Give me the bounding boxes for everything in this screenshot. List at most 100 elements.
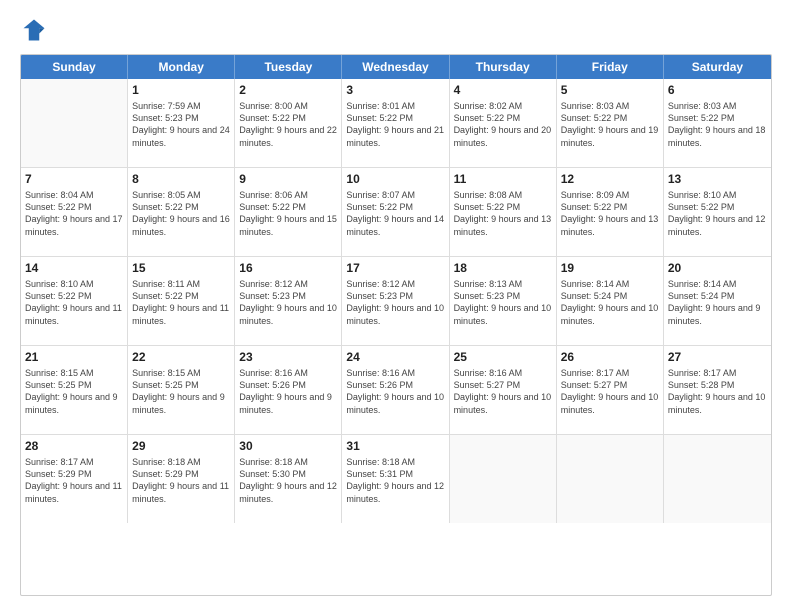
day-number: 14: [25, 260, 123, 276]
day-number: 30: [239, 438, 337, 454]
cell-info: Sunrise: 8:13 AMSunset: 5:23 PMDaylight:…: [454, 278, 552, 327]
header-day-thursday: Thursday: [450, 55, 557, 79]
logo-icon: [20, 16, 48, 44]
table-row: 23Sunrise: 8:16 AMSunset: 5:26 PMDayligh…: [235, 346, 342, 434]
table-row: 3 Sunrise: 8:01 AMSunset: 5:22 PMDaylight…: [342, 79, 449, 167]
day-number: 26: [561, 349, 659, 365]
header-day-sunday: Sunday: [21, 55, 128, 79]
cell-info: Sunrise: 8:18 AMSunset: 5:31 PMDaylight:…: [346, 456, 444, 505]
cell-info: Sunrise: 8:17 AMSunset: 5:28 PMDaylight:…: [668, 367, 767, 416]
cell-info: Sunrise: 8:17 AMSunset: 5:27 PMDaylight:…: [561, 367, 659, 416]
cell-info: Sunrise: 8:18 AMSunset: 5:30 PMDaylight:…: [239, 456, 337, 505]
table-row: 18 Sunrise: 8:13 AMSunset: 5:23 PMDayligh…: [450, 257, 557, 345]
day-number: 20: [668, 260, 767, 276]
table-row: [664, 435, 771, 523]
table-row: 16Sunrise: 8:12 AMSunset: 5:23 PMDayligh…: [235, 257, 342, 345]
header-day-tuesday: Tuesday: [235, 55, 342, 79]
table-row: 19Sunrise: 8:14 AMSunset: 5:24 PMDayligh…: [557, 257, 664, 345]
calendar-week-4: 21 Sunrise: 8:15 AMSunset: 5:25 PMDayligh…: [21, 346, 771, 435]
day-number: 25: [454, 349, 552, 365]
table-row: 13Sunrise: 8:10 AMSunset: 5:22 PMDayligh…: [664, 168, 771, 256]
table-row: 5Sunrise: 8:03 AMSunset: 5:22 PMDaylight…: [557, 79, 664, 167]
table-row: 25 Sunrise: 8:16 AMSunset: 5:27 PMDayligh…: [450, 346, 557, 434]
day-number: 1: [132, 82, 230, 98]
day-number: 23: [239, 349, 337, 365]
cell-info: Sunrise: 8:12 AMSunset: 5:23 PMDaylight:…: [346, 278, 444, 327]
table-row: 8Sunrise: 8:05 AMSunset: 5:22 PMDaylight…: [128, 168, 235, 256]
cell-info: Sunrise: 8:18 AMSunset: 5:29 PMDaylight:…: [132, 456, 230, 505]
calendar-week-5: 28 Sunrise: 8:17 AMSunset: 5:29 PMDayligh…: [21, 435, 771, 523]
cell-info: Sunrise: 8:01 AMSunset: 5:22 PMDaylight:…: [346, 100, 444, 149]
page: SundayMondayTuesdayWednesdayThursdayFrid…: [0, 0, 792, 612]
cell-info: Sunrise: 7:59 AMSunset: 5:23 PMDaylight:…: [132, 100, 230, 149]
table-row: [557, 435, 664, 523]
cell-info: Sunrise: 8:12 AMSunset: 5:23 PMDaylight:…: [239, 278, 337, 327]
page-header: [20, 16, 772, 44]
day-number: 3: [346, 82, 444, 98]
cell-info: Sunrise: 8:16 AMSunset: 5:26 PMDaylight:…: [346, 367, 444, 416]
day-number: 7: [25, 171, 123, 187]
cell-info: Sunrise: 8:06 AMSunset: 5:22 PMDaylight:…: [239, 189, 337, 238]
cell-info: Sunrise: 8:00 AMSunset: 5:22 PMDaylight:…: [239, 100, 337, 149]
cell-info: Sunrise: 8:11 AMSunset: 5:22 PMDaylight:…: [132, 278, 230, 327]
cell-info: Sunrise: 8:16 AMSunset: 5:27 PMDaylight:…: [454, 367, 552, 416]
day-number: 5: [561, 82, 659, 98]
day-number: 27: [668, 349, 767, 365]
day-number: 9: [239, 171, 337, 187]
table-row: 9 Sunrise: 8:06 AMSunset: 5:22 PMDaylight…: [235, 168, 342, 256]
table-row: 20Sunrise: 8:14 AMSunset: 5:24 PMDayligh…: [664, 257, 771, 345]
calendar-header: SundayMondayTuesdayWednesdayThursdayFrid…: [21, 55, 771, 79]
table-row: 29 Sunrise: 8:18 AMSunset: 5:29 PMDayligh…: [128, 435, 235, 523]
day-number: 18: [454, 260, 552, 276]
cell-info: Sunrise: 8:15 AMSunset: 5:25 PMDaylight:…: [25, 367, 123, 416]
table-row: 22 Sunrise: 8:15 AMSunset: 5:25 PMDayligh…: [128, 346, 235, 434]
table-row: [21, 79, 128, 167]
day-number: 29: [132, 438, 230, 454]
calendar-week-3: 14 Sunrise: 8:10 AMSunset: 5:22 PMDayligh…: [21, 257, 771, 346]
table-row: 27 Sunrise: 8:17 AMSunset: 5:28 PMDayligh…: [664, 346, 771, 434]
table-row: 7 Sunrise: 8:04 AMSunset: 5:22 PMDaylight…: [21, 168, 128, 256]
cell-info: Sunrise: 8:03 AMSunset: 5:22 PMDaylight:…: [668, 100, 767, 149]
day-number: 28: [25, 438, 123, 454]
day-number: 17: [346, 260, 444, 276]
day-number: 19: [561, 260, 659, 276]
table-row: 1 Sunrise: 7:59 AMSunset: 5:23 PMDaylight…: [128, 79, 235, 167]
table-row: 6 Sunrise: 8:03 AMSunset: 5:22 PMDaylight…: [664, 79, 771, 167]
table-row: 12 Sunrise: 8:09 AMSunset: 5:22 PMDayligh…: [557, 168, 664, 256]
logo: [20, 16, 52, 44]
day-number: 6: [668, 82, 767, 98]
day-number: 4: [454, 82, 552, 98]
table-row: 31Sunrise: 8:18 AMSunset: 5:31 PMDayligh…: [342, 435, 449, 523]
table-row: 14 Sunrise: 8:10 AMSunset: 5:22 PMDayligh…: [21, 257, 128, 345]
header-day-wednesday: Wednesday: [342, 55, 449, 79]
cell-info: Sunrise: 8:09 AMSunset: 5:22 PMDaylight:…: [561, 189, 659, 238]
day-number: 2: [239, 82, 337, 98]
cell-info: Sunrise: 8:02 AMSunset: 5:22 PMDaylight:…: [454, 100, 552, 149]
table-row: 4 Sunrise: 8:02 AMSunset: 5:22 PMDaylight…: [450, 79, 557, 167]
calendar-week-1: 1 Sunrise: 7:59 AMSunset: 5:23 PMDaylight…: [21, 79, 771, 168]
cell-info: Sunrise: 8:08 AMSunset: 5:22 PMDaylight:…: [454, 189, 552, 238]
table-row: 26 Sunrise: 8:17 AMSunset: 5:27 PMDayligh…: [557, 346, 664, 434]
header-day-monday: Monday: [128, 55, 235, 79]
day-number: 24: [346, 349, 444, 365]
table-row: 17 Sunrise: 8:12 AMSunset: 5:23 PMDayligh…: [342, 257, 449, 345]
day-number: 13: [668, 171, 767, 187]
day-number: 22: [132, 349, 230, 365]
table-row: 21 Sunrise: 8:15 AMSunset: 5:25 PMDayligh…: [21, 346, 128, 434]
header-day-friday: Friday: [557, 55, 664, 79]
calendar: SundayMondayTuesdayWednesdayThursdayFrid…: [20, 54, 772, 596]
day-number: 21: [25, 349, 123, 365]
cell-info: Sunrise: 8:04 AMSunset: 5:22 PMDaylight:…: [25, 189, 123, 238]
calendar-body: 1 Sunrise: 7:59 AMSunset: 5:23 PMDaylight…: [21, 79, 771, 523]
cell-info: Sunrise: 8:10 AMSunset: 5:22 PMDaylight:…: [25, 278, 123, 327]
day-number: 11: [454, 171, 552, 187]
table-row: 24 Sunrise: 8:16 AMSunset: 5:26 PMDayligh…: [342, 346, 449, 434]
table-row: [450, 435, 557, 523]
cell-info: Sunrise: 8:05 AMSunset: 5:22 PMDaylight:…: [132, 189, 230, 238]
table-row: 30 Sunrise: 8:18 AMSunset: 5:30 PMDayligh…: [235, 435, 342, 523]
cell-info: Sunrise: 8:15 AMSunset: 5:25 PMDaylight:…: [132, 367, 230, 416]
table-row: 28 Sunrise: 8:17 AMSunset: 5:29 PMDayligh…: [21, 435, 128, 523]
header-day-saturday: Saturday: [664, 55, 771, 79]
day-number: 12: [561, 171, 659, 187]
cell-info: Sunrise: 8:17 AMSunset: 5:29 PMDaylight:…: [25, 456, 123, 505]
